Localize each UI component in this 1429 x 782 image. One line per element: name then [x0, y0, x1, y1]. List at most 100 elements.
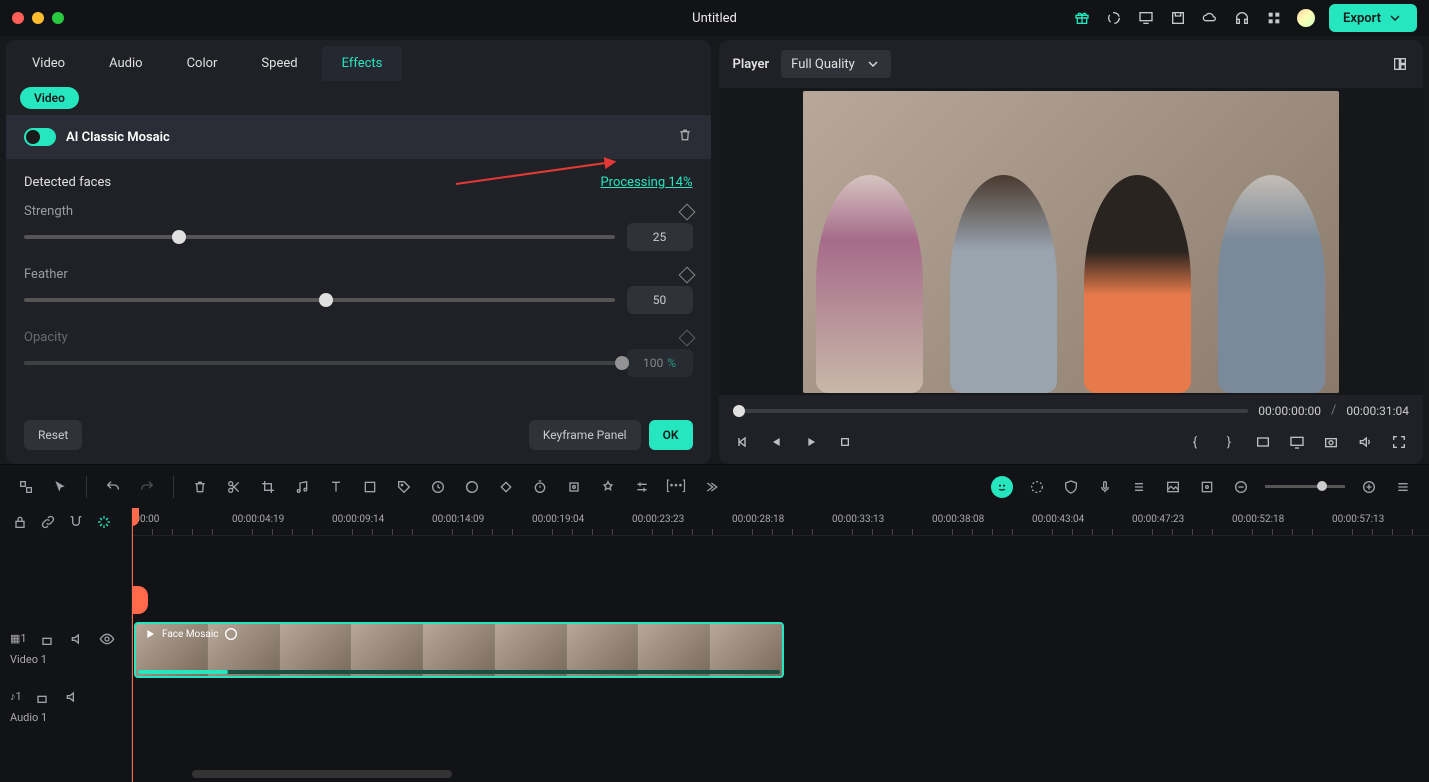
delete-effect-button[interactable] [677, 127, 693, 147]
picture-icon[interactable] [1163, 477, 1183, 497]
select-tool-icon[interactable] [16, 477, 36, 497]
param-strength: Strength 25 [6, 196, 711, 259]
play-reverse-button[interactable] [767, 432, 787, 452]
effect-clip-tab[interactable] [132, 586, 148, 614]
timeline-tracks[interactable]: :00:0000:00:04:1900:00:09:1400:00:14:090… [132, 508, 1429, 782]
opacity-value[interactable]: 100% [627, 349, 693, 377]
track-visible-icon[interactable] [97, 629, 117, 649]
audio-lock-icon[interactable] [32, 687, 52, 707]
volume-icon[interactable] [1355, 432, 1375, 452]
titlebar: Untitled Export [0, 0, 1429, 36]
strength-value[interactable]: 25 [627, 223, 693, 251]
tab-speed[interactable]: Speed [241, 46, 317, 81]
save-icon[interactable] [1169, 9, 1187, 27]
shield-icon[interactable] [1061, 477, 1081, 497]
zoom-in-icon[interactable] [1359, 477, 1379, 497]
pill-video[interactable]: Video [20, 87, 79, 109]
undo-icon[interactable] [103, 477, 123, 497]
display-icon[interactable] [1287, 432, 1307, 452]
magnet-icon[interactable] [66, 512, 86, 532]
mark-in-icon[interactable]: { [1185, 432, 1205, 452]
keyframe-panel-button[interactable]: Keyframe Panel [529, 420, 641, 450]
cloud-icon[interactable] [1201, 9, 1219, 27]
panel-actions: Reset Keyframe Panel OK [6, 406, 711, 464]
tracking-icon[interactable] [564, 477, 584, 497]
keyframe-feather[interactable] [678, 266, 695, 283]
audio-mute-icon[interactable] [62, 687, 82, 707]
effects-subtabs: Video [6, 81, 711, 115]
track-lock-icon[interactable] [37, 629, 57, 649]
snapshot-icon[interactable] [1321, 432, 1341, 452]
opacity-slider[interactable] [24, 361, 615, 365]
preview-viewport[interactable] [719, 88, 1424, 395]
tab-audio[interactable]: Audio [89, 46, 162, 81]
tag-icon[interactable] [394, 477, 414, 497]
quality-select[interactable]: Full Quality [781, 50, 891, 78]
video-clip[interactable]: Face Mosaic [134, 622, 784, 678]
tab-color[interactable]: Color [167, 46, 238, 81]
mask-icon[interactable] [360, 477, 380, 497]
delete-icon[interactable] [190, 477, 210, 497]
tab-video[interactable]: Video [12, 46, 85, 81]
aspectratio-icon[interactable] [1253, 432, 1273, 452]
avatar[interactable] [1297, 9, 1315, 27]
stop-button[interactable] [835, 432, 855, 452]
marker-icon[interactable]: [•••] [666, 477, 686, 497]
effect-toggle[interactable] [24, 128, 56, 146]
reset-button[interactable]: Reset [24, 420, 82, 450]
layout-icon[interactable] [1391, 55, 1409, 73]
redo-icon[interactable] [137, 477, 157, 497]
ai-assistant-icon[interactable] [991, 476, 1013, 498]
grid-icon[interactable] [1265, 9, 1283, 27]
cursor-tool-icon[interactable] [50, 477, 70, 497]
keyframe-tool-icon[interactable] [496, 477, 516, 497]
feather-value[interactable]: 50 [627, 286, 693, 314]
lock-tracks-icon[interactable] [10, 512, 30, 532]
adjust-icon[interactable] [632, 477, 652, 497]
play-button[interactable] [801, 432, 821, 452]
strength-slider[interactable] [24, 235, 615, 239]
minimize-window[interactable] [32, 12, 44, 24]
gift-icon[interactable] [1073, 9, 1091, 27]
track-options-icon[interactable] [1393, 477, 1413, 497]
link-tracks-icon[interactable] [38, 512, 58, 532]
keyframe-strength[interactable] [678, 203, 695, 220]
auto-icon[interactable] [94, 512, 114, 532]
audio-track-icon: ♪1 [10, 690, 22, 703]
maximize-window[interactable] [52, 12, 64, 24]
fullscreen-icon[interactable] [1389, 432, 1409, 452]
timeline-scrollbar[interactable] [192, 770, 452, 778]
more-tools-icon[interactable] [700, 477, 720, 497]
ok-button[interactable]: OK [649, 420, 693, 450]
list-icon[interactable] [1129, 477, 1149, 497]
scrub-row: 00:00:00:00 / 00:00:31:04 [719, 395, 1424, 426]
zoom-out-icon[interactable] [1231, 477, 1251, 497]
crop-icon[interactable] [258, 477, 278, 497]
prev-frame-button[interactable] [733, 432, 753, 452]
time-ruler[interactable]: :00:0000:00:04:1900:00:09:1400:00:14:090… [132, 508, 1429, 536]
headphones-icon[interactable] [1233, 9, 1251, 27]
split-icon[interactable] [224, 477, 244, 497]
speed-icon[interactable] [428, 477, 448, 497]
mark-out-icon[interactable]: } [1219, 432, 1239, 452]
zoom-slider[interactable] [1265, 485, 1345, 488]
timer-icon[interactable] [530, 477, 550, 497]
clip-progress-bar [138, 670, 780, 674]
close-window[interactable] [12, 12, 24, 24]
color-icon[interactable] [462, 477, 482, 497]
keyframe-opacity[interactable] [678, 329, 695, 346]
playhead[interactable] [132, 508, 133, 782]
tab-effects[interactable]: Effects [322, 46, 403, 81]
monitor-icon[interactable] [1137, 9, 1155, 27]
track-mute-icon[interactable] [67, 629, 87, 649]
scrub-bar[interactable] [733, 409, 1249, 413]
screenshot-icon[interactable] [1197, 477, 1217, 497]
export-button[interactable]: Export [1329, 4, 1417, 32]
effects-tool-icon[interactable] [598, 477, 618, 497]
feather-slider[interactable] [24, 298, 615, 302]
text-icon[interactable] [326, 477, 346, 497]
music-icon[interactable] [292, 477, 312, 497]
effect-name: AI Classic Mosaic [66, 130, 170, 145]
ruler-tick: 00:00:23:23 [632, 514, 684, 525]
mic-icon[interactable] [1095, 477, 1115, 497]
